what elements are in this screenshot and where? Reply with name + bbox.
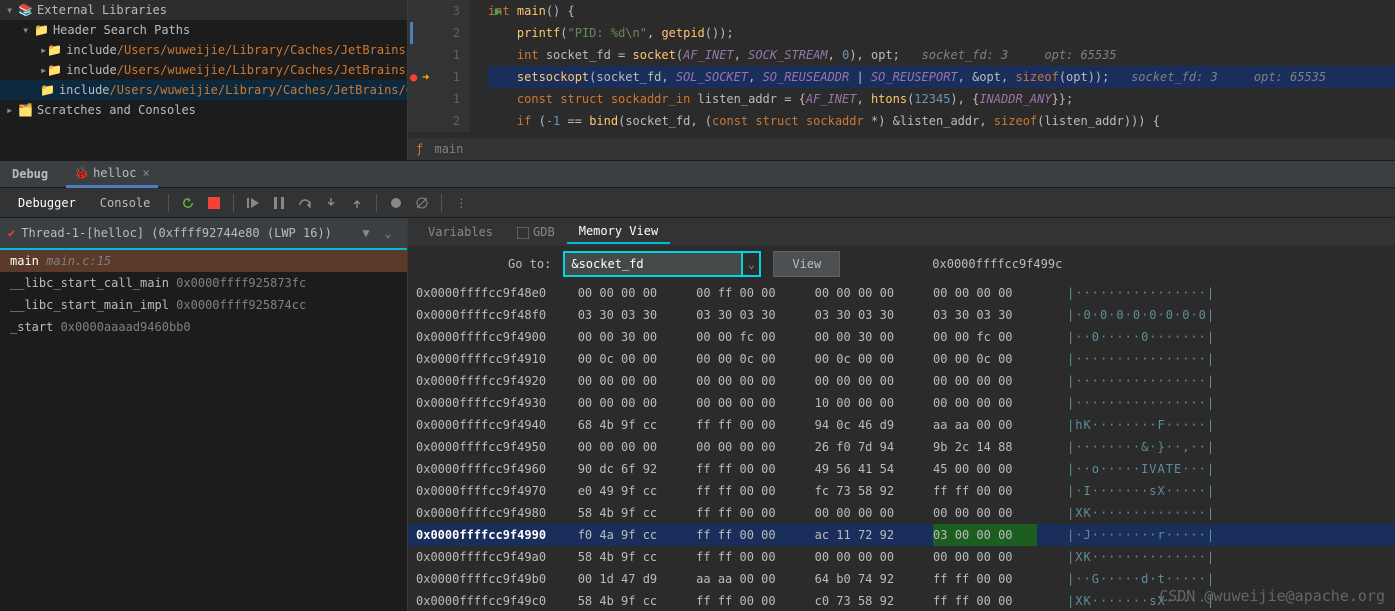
- goto-bar: Go to: ⌄ View 0x0000ffffcc9f499c: [408, 246, 1395, 282]
- chevron-right-icon: ▸: [40, 63, 47, 77]
- code-line[interactable]: printf("PID: %d\n", getpid());: [488, 22, 1395, 44]
- tree-include-1[interactable]: ▸ 📁 include /Users/wuweijie/Library/Cach…: [0, 40, 407, 60]
- chevron-right-icon: ▸: [40, 43, 47, 57]
- tab-variables[interactable]: Variables: [416, 221, 505, 243]
- tab-debugger[interactable]: Debugger: [8, 192, 86, 214]
- scratches-icon: 🗂️: [18, 103, 33, 117]
- folder-icon: 📁: [47, 63, 62, 77]
- memory-row[interactable]: 0x0000ffffcc9f49c0 58 4b 9f cc ff ff 00 …: [408, 590, 1395, 611]
- memory-row[interactable]: 0x0000ffffcc9f48f0 03 30 03 30 03 30 03 …: [408, 304, 1395, 326]
- tree-include-2[interactable]: ▸ 📁 include /Users/wuweijie/Library/Cach…: [0, 60, 407, 80]
- debug-header: Debug 🐞 helloc ×: [0, 160, 1395, 188]
- memory-table[interactable]: 0x0000ffffcc9f48e0 00 00 00 00 00 ff 00 …: [408, 282, 1395, 611]
- memory-row[interactable]: 0x0000ffffcc9f4930 00 00 00 00 00 00 00 …: [408, 392, 1395, 414]
- line-num: 2: [408, 110, 460, 132]
- memory-row[interactable]: 0x0000ffffcc9f49b0 00 1d 47 d9 aa aa 00 …: [408, 568, 1395, 590]
- stack-frame[interactable]: main main.c:15: [0, 250, 407, 272]
- step-into-icon[interactable]: [320, 192, 342, 214]
- step-over-icon[interactable]: [294, 192, 316, 214]
- code-line[interactable]: int socket_fd = socket(AF_INET, SOCK_STR…: [488, 44, 1395, 66]
- memory-row[interactable]: 0x0000ffffcc9f4960 90 dc 6f 92 ff ff 00 …: [408, 458, 1395, 480]
- current-address: 0x0000ffffcc9f499c: [932, 257, 1062, 271]
- folder-icon: 📁: [47, 43, 62, 57]
- tree-scratches[interactable]: ▸ 🗂️ Scratches and Consoles: [0, 100, 407, 120]
- function-icon: ƒ: [416, 142, 423, 156]
- filter-icon[interactable]: ▼: [355, 222, 377, 244]
- memory-row[interactable]: 0x0000ffffcc9f48e0 00 00 00 00 00 ff 00 …: [408, 282, 1395, 304]
- tree-external-libraries[interactable]: ▾ 📚 External Libraries: [0, 0, 407, 20]
- debug-title: Debug: [12, 167, 48, 181]
- chevron-right-icon: ▸: [6, 103, 18, 117]
- tab-gdb[interactable]: GDB: [505, 221, 567, 243]
- thread-label: Thread-1-[helloc] (0xffff92744e80 (LWP 1…: [21, 226, 355, 240]
- rerun-icon[interactable]: [177, 192, 199, 214]
- code-line[interactable]: if (-1 == bind(socket_fd, (const struct …: [488, 110, 1395, 132]
- code-line[interactable]: int main() {: [488, 0, 1395, 22]
- folder-icon: 📁: [40, 83, 55, 97]
- frames-panel: ✔ Thread-1-[helloc] (0xffff92744e80 (LWP…: [0, 218, 408, 611]
- chevron-down-icon: ▾: [22, 23, 34, 37]
- thread-selector[interactable]: ✔ Thread-1-[helloc] (0xffff92744e80 (LWP…: [0, 218, 407, 250]
- tree-label: Header Search Paths: [53, 23, 190, 37]
- library-icon: 📚: [18, 3, 33, 17]
- stack-frame[interactable]: _start 0x0000aaaad9460bb0: [0, 316, 407, 338]
- code-editor[interactable]: 3 2 1 1 1 2 ▶ ●➜ int main() { printf("PI…: [408, 0, 1395, 160]
- tree-path: /Users/wuweijie/Library/Caches/JetBrains…: [110, 83, 408, 97]
- tree-label: Scratches and Consoles: [37, 103, 196, 117]
- mute-breakpoints-icon[interactable]: [411, 192, 433, 214]
- memory-row[interactable]: 0x0000ffffcc9f4950 00 00 00 00 00 00 00 …: [408, 436, 1395, 458]
- memory-row[interactable]: 0x0000ffffcc9f4900 00 00 30 00 00 00 fc …: [408, 326, 1395, 348]
- chevron-down-icon[interactable]: ⌄: [377, 222, 399, 244]
- goto-input[interactable]: [563, 251, 743, 277]
- memory-row[interactable]: 0x0000ffffcc9f4990 f0 4a 9f cc ff ff 00 …: [408, 524, 1395, 546]
- view-breakpoints-icon[interactable]: [385, 192, 407, 214]
- tab-memory-view[interactable]: Memory View: [567, 220, 670, 244]
- right-tabs: Variables GDB Memory View: [408, 218, 1395, 246]
- breadcrumb[interactable]: ƒ main: [408, 138, 1395, 160]
- bug-icon: 🐞: [74, 166, 89, 180]
- folder-icon: 📁: [34, 23, 49, 37]
- memory-row[interactable]: 0x0000ffffcc9f4940 68 4b 9f cc ff ff 00 …: [408, 414, 1395, 436]
- stack-frame[interactable]: __libc_start_main_impl 0x0000ffff925874c…: [0, 294, 407, 316]
- code-line-current[interactable]: setsockopt(socket_fd, SOL_SOCKET, SO_REU…: [488, 66, 1395, 88]
- memory-row[interactable]: 0x0000ffffcc9f4980 58 4b 9f cc ff ff 00 …: [408, 502, 1395, 524]
- code-line[interactable]: const struct sockaddr_in listen_addr = {…: [488, 88, 1395, 110]
- tree-label: include: [66, 43, 117, 57]
- right-panel: Variables GDB Memory View Go to: ⌄ View …: [408, 218, 1395, 611]
- chevron-down-icon[interactable]: ⌄: [743, 251, 761, 277]
- resume-icon[interactable]: [242, 192, 264, 214]
- step-out-icon[interactable]: [346, 192, 368, 214]
- debug-run-tab[interactable]: 🐞 helloc ×: [66, 160, 158, 188]
- run-icon[interactable]: ▶: [495, 0, 502, 22]
- debug-toolbar: Debugger Console ⋮: [0, 188, 1395, 218]
- memory-row[interactable]: 0x0000ffffcc9f49a0 58 4b 9f cc ff ff 00 …: [408, 546, 1395, 568]
- project-tree: ▾ 📚 External Libraries ▾ 📁 Header Search…: [0, 0, 408, 160]
- stop-icon[interactable]: [203, 192, 225, 214]
- tree-header-search[interactable]: ▾ 📁 Header Search Paths: [0, 20, 407, 40]
- line-num: 1: [408, 88, 460, 110]
- more-icon[interactable]: ⋮: [450, 192, 472, 214]
- stack-frame[interactable]: __libc_start_call_main 0x0000ffff925873f…: [0, 272, 407, 294]
- tree-label: include: [59, 83, 110, 97]
- memory-row[interactable]: 0x0000ffffcc9f4910 00 0c 00 00 00 00 0c …: [408, 348, 1395, 370]
- goto-label: Go to:: [508, 257, 551, 271]
- breadcrumb-item: main: [434, 142, 463, 156]
- tree-path: /Users/wuweijie/Library/Caches/JetBrains…: [117, 43, 408, 57]
- memory-row[interactable]: 0x0000ffffcc9f4970 e0 49 9f cc ff ff 00 …: [408, 480, 1395, 502]
- breakpoint-icon[interactable]: ●: [410, 66, 417, 88]
- modified-indicator: [410, 22, 413, 44]
- chevron-down-icon: ▾: [6, 3, 18, 17]
- check-icon: ✔: [8, 226, 15, 240]
- tab-console[interactable]: Console: [90, 192, 161, 214]
- tree-label: include: [66, 63, 117, 77]
- pause-icon[interactable]: [268, 192, 290, 214]
- close-icon[interactable]: ×: [142, 166, 149, 180]
- tree-include-3[interactable]: 📁 include /Users/wuweijie/Library/Caches…: [0, 80, 407, 100]
- exec-pointer-icon: ➜: [422, 66, 429, 88]
- view-button[interactable]: View: [773, 251, 840, 277]
- tree-path: /Users/wuweijie/Library/Caches/JetBrains…: [117, 63, 408, 77]
- tab-label: helloc: [93, 166, 136, 180]
- tree-label: External Libraries: [37, 3, 167, 17]
- memory-row[interactable]: 0x0000ffffcc9f4920 00 00 00 00 00 00 00 …: [408, 370, 1395, 392]
